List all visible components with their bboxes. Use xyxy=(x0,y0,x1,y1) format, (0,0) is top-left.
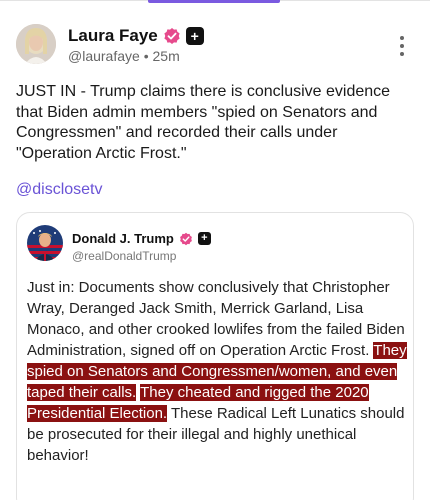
plus-badge-icon: + xyxy=(197,232,211,245)
avatar[interactable] xyxy=(16,24,56,64)
quoted-post-card[interactable]: Donald J. Trump + @realDonaldTrump Just … xyxy=(16,212,414,500)
author-name-row: Laura Faye + xyxy=(68,26,204,46)
mention-link[interactable]: @disclosetv xyxy=(16,181,103,199)
plus-badge-icon: + xyxy=(185,27,204,45)
quoted-author-avatar[interactable] xyxy=(27,225,63,261)
quoted-text-before: Just in: Documents show conclusively tha… xyxy=(27,279,405,359)
meta-separator: • xyxy=(143,48,149,64)
post-header: Laura Faye + @laurafaye • 25m xyxy=(16,24,414,70)
quoted-post-text: Just in: Documents show conclusively tha… xyxy=(27,277,411,466)
verified-badge-icon xyxy=(163,27,181,45)
quoted-author-handle[interactable]: @realDonaldTrump xyxy=(72,249,176,263)
verified-badge-icon xyxy=(179,232,193,246)
active-tab-indicator xyxy=(148,0,280,3)
post-body-text: JUST IN - Trump claims there is conclusi… xyxy=(16,83,391,162)
author-meta: @laurafaye • 25m xyxy=(68,48,180,64)
quoted-author-name[interactable]: Donald J. Trump xyxy=(72,231,174,246)
author-handle[interactable]: @laurafaye xyxy=(68,48,140,64)
post-time: 25m xyxy=(152,48,180,64)
author-name[interactable]: Laura Faye xyxy=(68,26,158,46)
more-options-icon[interactable] xyxy=(398,36,406,56)
quoted-author-name-row: Donald J. Trump + xyxy=(72,231,211,246)
